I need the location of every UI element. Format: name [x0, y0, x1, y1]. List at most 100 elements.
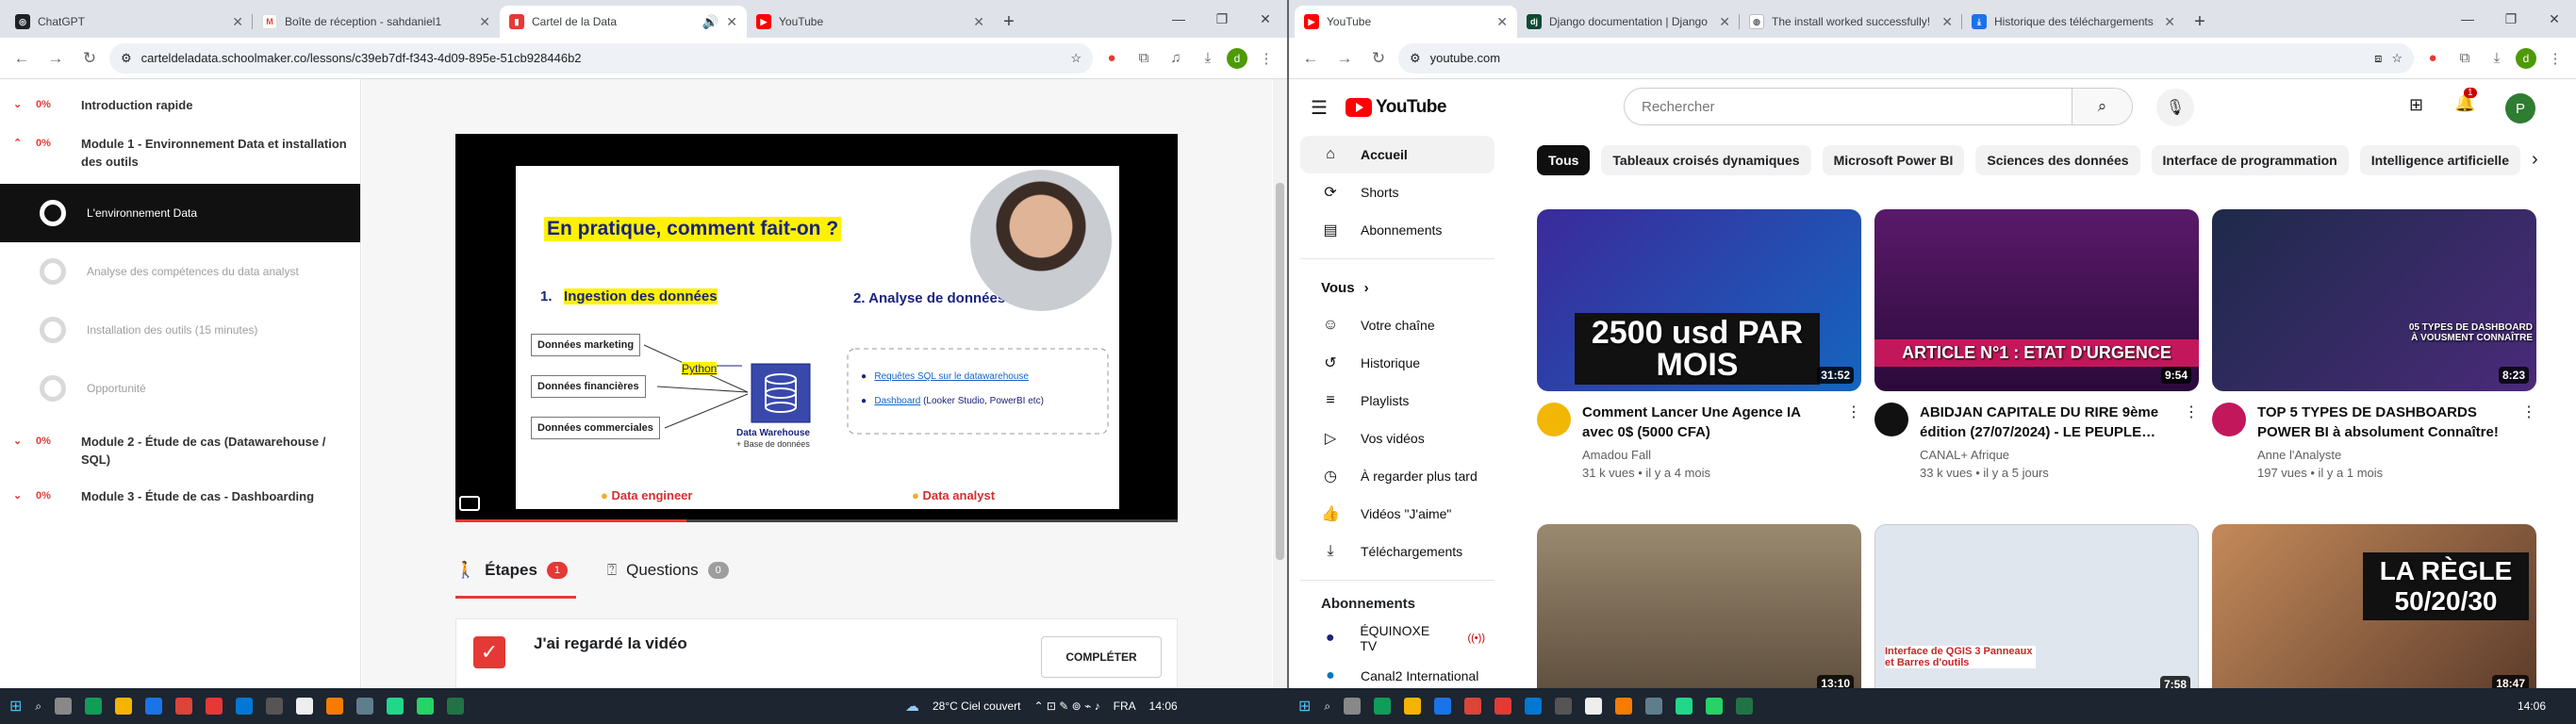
- close-tab-icon[interactable]: ✕: [1719, 14, 1730, 30]
- tab-django-docs[interactable]: dj Django documentation | Django ✕: [1517, 6, 1740, 38]
- minimize-icon[interactable]: —: [1157, 0, 1200, 38]
- close-tab-icon[interactable]: ✕: [232, 14, 243, 30]
- chip[interactable]: Sciences des données: [1975, 145, 2140, 175]
- hamburger-menu-icon[interactable]: ☰: [1293, 96, 1346, 120]
- nav-your-videos[interactable]: ▷ Vos vidéos: [1300, 420, 1494, 457]
- create-video-icon[interactable]: ⊞: [2409, 95, 2423, 115]
- chrome-icon[interactable]: [175, 698, 193, 715]
- tab-gmail[interactable]: M Boîte de réception - sahdaniel1 ✕: [253, 6, 500, 38]
- video-progress-bar[interactable]: [455, 519, 1178, 522]
- download-icon[interactable]: ⤓: [2484, 50, 2510, 66]
- captions-icon[interactable]: [459, 496, 480, 511]
- channel-avatar[interactable]: [1537, 403, 1571, 436]
- task-view-icon[interactable]: [55, 698, 73, 715]
- url-field[interactable]: ⚙ carteldeladata.schoolmaker.co/lessons/c…: [109, 42, 1093, 74]
- nav-shorts[interactable]: ⟳ Shorts: [1300, 173, 1494, 211]
- mail-icon[interactable]: [1434, 698, 1452, 715]
- github-icon[interactable]: [296, 698, 314, 715]
- pycharm-icon[interactable]: [1676, 698, 1693, 715]
- file-explorer-icon[interactable]: [1404, 698, 1422, 715]
- channel-avatar[interactable]: [1874, 403, 1908, 436]
- minimize-icon[interactable]: —: [2446, 0, 2489, 38]
- video-player[interactable]: En pratique, comment fait-on ? 1. Ingest…: [455, 134, 1178, 522]
- video-thumbnail[interactable]: LA RÈGLE 50/20/30 18:47: [2212, 524, 2536, 688]
- chip[interactable]: Tous: [1537, 145, 1591, 175]
- app-icon[interactable]: [206, 698, 223, 715]
- page-scrollbar[interactable]: [1273, 79, 1287, 688]
- nav-watch-later[interactable]: ◷ À regarder plus tard: [1300, 457, 1494, 495]
- close-icon[interactable]: ✕: [1244, 0, 1287, 38]
- reload-icon[interactable]: ↻: [1364, 44, 1393, 73]
- nav-your-channel[interactable]: ☺ Votre chaîne: [1300, 306, 1494, 344]
- chip[interactable]: Interface de programmation: [2151, 145, 2349, 175]
- video-thumbnail[interactable]: 05 TYPES DE DASHBOARD À VOUSMENT CONNAÎT…: [2212, 209, 2536, 391]
- search-icon[interactable]: ⌕: [2072, 89, 2132, 124]
- profile-avatar[interactable]: d: [1227, 47, 1247, 69]
- weather-text[interactable]: 28°C Ciel couvert: [933, 699, 1021, 713]
- tab-downloads[interactable]: ⤓ Historique des téléchargements ✕: [1962, 6, 2185, 38]
- channel-name[interactable]: Amadou Fall: [1582, 446, 1835, 464]
- complete-button[interactable]: COMPLÉTER: [1041, 636, 1162, 678]
- lesson-item[interactable]: Opportunité: [0, 359, 360, 418]
- video-thumbnail[interactable]: Interface de QGIS 3 Panneaux et Barres d…: [1874, 524, 2199, 688]
- back-icon[interactable]: ←: [1296, 44, 1325, 73]
- video-thumbnail[interactable]: 13:10: [1537, 524, 1861, 688]
- tab-cartel-de-la-data[interactable]: ▮ Cartel de la Data 🔊 ✕: [500, 6, 747, 38]
- module-2[interactable]: ⌄ 0% Module 2 - Étude de cas (Datawarehous…: [0, 418, 360, 482]
- speaker-icon[interactable]: 🔊: [702, 14, 718, 30]
- video-thumbnail[interactable]: 2500 usd PAR MOIS 31:52: [1537, 209, 1861, 391]
- video-card[interactable]: 13:10: [1537, 524, 1861, 688]
- extensions-icon[interactable]: ⧉: [1131, 50, 1157, 66]
- lesson-item[interactable]: Analyse des compétences du data analyst: [0, 242, 360, 301]
- restore-icon[interactable]: ❐: [2489, 0, 2533, 38]
- reload-icon[interactable]: ↻: [75, 44, 104, 73]
- start-icon[interactable]: ⊞: [9, 697, 22, 716]
- search-icon[interactable]: ⌕: [1324, 699, 1330, 714]
- app-icon[interactable]: [1494, 698, 1512, 715]
- extension-badge-icon[interactable]: ●: [1098, 50, 1125, 66]
- file-explorer-icon[interactable]: [115, 698, 133, 715]
- chip[interactable]: Intelligence artificielle: [2359, 145, 2520, 175]
- tab-etapes[interactable]: 🚶 Étapes 1: [455, 561, 568, 580]
- clock[interactable]: 14:06: [1149, 699, 1178, 713]
- close-tab-icon[interactable]: ✕: [726, 14, 737, 30]
- video-card[interactable]: ARTICLE N°1 : ETAT D'URGENCE 9:54 ABIDJA…: [1874, 209, 2199, 482]
- pycharm-icon[interactable]: [387, 698, 405, 715]
- menu-icon[interactable]: ⋮: [2542, 50, 2568, 67]
- bookmark-star-icon[interactable]: ☆: [1070, 51, 1082, 66]
- nav-liked-videos[interactable]: 👍 Vidéos "J'aime": [1300, 495, 1494, 533]
- tab-questions[interactable]: ⍰ Questions 0: [607, 561, 729, 580]
- chip[interactable]: Microsoft Power BI: [1822, 145, 1965, 175]
- video-card[interactable]: 05 TYPES DE DASHBOARD À VOUSMENT CONNAÎT…: [2212, 209, 2536, 482]
- chrome-icon[interactable]: [1464, 698, 1482, 715]
- app-icon[interactable]: [1615, 698, 1633, 715]
- install-app-icon[interactable]: ⧈: [2374, 51, 2382, 66]
- excel-icon[interactable]: [1736, 698, 1754, 715]
- sub-channel[interactable]: ● Canal2 International: [1300, 657, 1494, 688]
- tab-chatgpt[interactable]: ◎ ChatGPT ✕: [6, 6, 253, 38]
- nav-history[interactable]: ↺ Historique: [1300, 344, 1494, 382]
- start-icon[interactable]: ⊞: [1298, 697, 1311, 716]
- edge-icon[interactable]: [85, 698, 103, 715]
- scrollbar-thumb[interactable]: [1276, 183, 1284, 560]
- tray-icons[interactable]: ⌃ ⊡ ✎ ⊚ ⌁ ♪: [1034, 699, 1100, 713]
- vscode-icon[interactable]: [236, 698, 254, 715]
- notifications-bell-icon[interactable]: 🔔 1: [2454, 88, 2477, 113]
- profile-avatar[interactable]: d: [2516, 47, 2536, 69]
- video-title[interactable]: ABIDJAN CAPITALE DU RIRE 9ème édition (2…: [1920, 403, 2172, 442]
- terminal-icon[interactable]: [266, 698, 284, 715]
- whatsapp-icon[interactable]: [417, 698, 435, 715]
- more-options-icon[interactable]: ⋮: [2521, 403, 2536, 482]
- excel-icon[interactable]: [447, 698, 465, 715]
- more-options-icon[interactable]: ⋮: [1846, 403, 1861, 482]
- video-title[interactable]: Comment Lancer Une Agence IA avec 0$ (50…: [1582, 403, 1835, 442]
- more-options-icon[interactable]: ⋮: [2184, 403, 2199, 482]
- mail-icon[interactable]: [145, 698, 163, 715]
- edge-icon[interactable]: [1374, 698, 1392, 715]
- search-input[interactable]: Rechercher: [1625, 89, 2072, 124]
- tab-install-worked[interactable]: ◍ The install worked successfully! ✕: [1740, 6, 1962, 38]
- tab-youtube[interactable]: ▶ YouTube ✕: [747, 6, 994, 38]
- site-info-icon[interactable]: ⚙: [121, 51, 132, 66]
- github-icon[interactable]: [1585, 698, 1603, 715]
- restore-icon[interactable]: ❐: [1200, 0, 1244, 38]
